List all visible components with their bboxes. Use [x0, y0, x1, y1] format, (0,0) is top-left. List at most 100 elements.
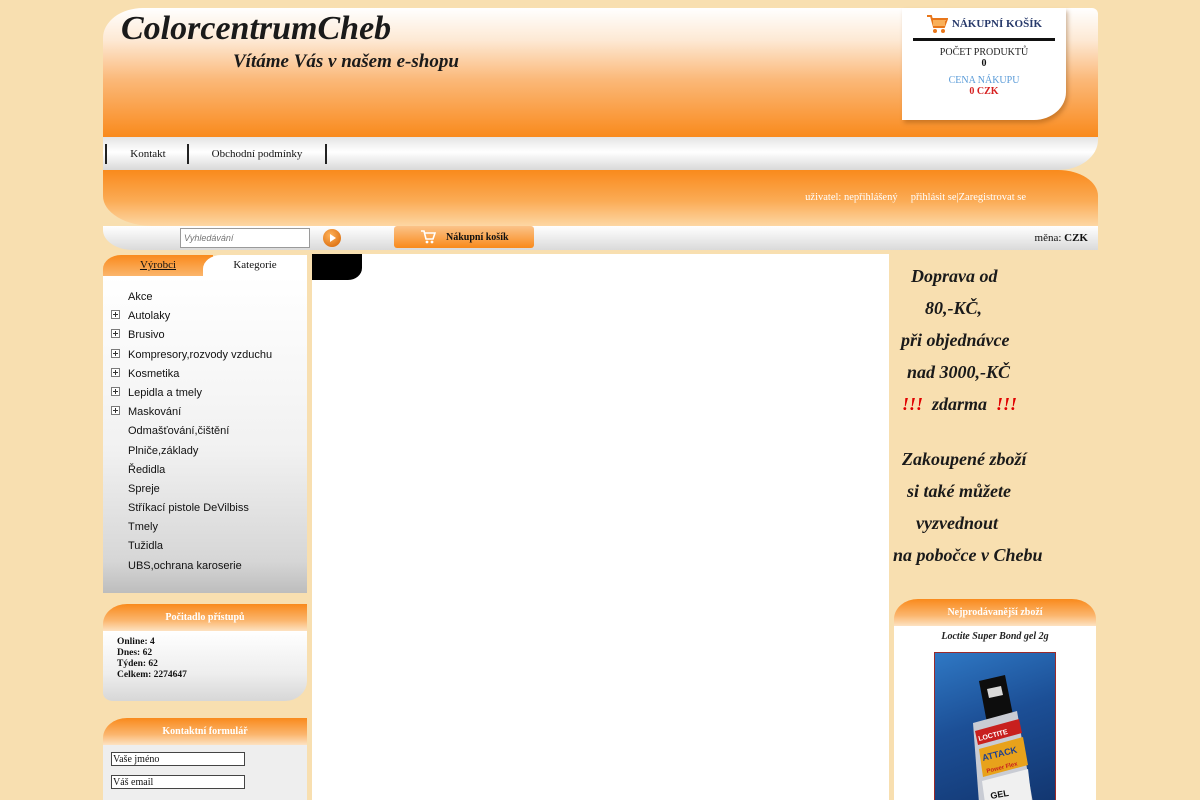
cart-icon [421, 230, 436, 244]
category-item[interactable]: Akce [103, 290, 307, 309]
search-input[interactable] [180, 228, 310, 248]
category-label: Tmely [128, 521, 158, 534]
promo-line: !!! zdarma !!! [902, 394, 1017, 415]
counter-total: Celkem: 2274647 [117, 670, 187, 680]
category-item[interactable]: Plniče,základy [103, 444, 307, 463]
category-item[interactable]: Maskování [103, 405, 307, 424]
currency-label: měna: [1034, 232, 1062, 244]
bestseller-product-name[interactable]: Loctite Super Bond gel 2g [894, 631, 1096, 642]
expand-plus-icon[interactable] [111, 310, 120, 320]
category-label: Lepidla a tmely [128, 386, 202, 399]
main-menu: Kontakt Obchodní podmínky [103, 137, 1098, 170]
bestseller-product-image[interactable]: LOCTITE ATTACK Power Flex GEL [934, 652, 1056, 800]
category-label: Spreje [128, 482, 160, 495]
category-item[interactable]: Kosmetika [103, 367, 307, 386]
expand-plus-icon[interactable] [111, 348, 120, 358]
category-label: Brusivo [128, 329, 165, 342]
cart-button[interactable]: Nákupní košík [394, 226, 534, 248]
category-item[interactable]: Brusivo [103, 328, 307, 347]
category-item[interactable]: Kompresory,rozvody vzduchu [103, 348, 307, 367]
contact-form [103, 745, 307, 800]
main-content [312, 254, 889, 800]
category-label: UBS,ochrana karoserie [128, 559, 242, 572]
contact-name-field[interactable] [111, 752, 245, 766]
cart-count-label: POČET PRODUKTŮ [939, 47, 1029, 58]
category-list-panel: Akce Autolaky Brusivo Kompresory,rozvody vz… [103, 276, 307, 593]
category-item[interactable]: Odmašťování,čištění [103, 424, 307, 443]
expand-plus-icon[interactable] [111, 367, 120, 377]
register-link[interactable]: Zaregistrovat se [959, 192, 1026, 203]
category-item[interactable]: Tmely [103, 520, 307, 539]
menu-separator [325, 144, 327, 164]
category-item[interactable]: Tužidla [103, 539, 307, 558]
cart-summary: NÁKUPNÍ KOŠÍK POČET PRODUKTŮ 0 CENA NÁKU… [902, 8, 1066, 120]
promo-exclaim: !!! [902, 394, 924, 414]
category-label: Kosmetika [128, 367, 180, 380]
shipping-promo: Doprava od 80,-KČ, při objednávce nad 30… [889, 254, 1098, 594]
menu-separator [187, 144, 189, 164]
category-label: Plniče,základy [128, 444, 199, 457]
cart-icon [926, 15, 948, 33]
category-item[interactable]: UBS,ochrana karoserie [103, 559, 307, 578]
category-label: Ředidla [128, 463, 166, 476]
category-item[interactable]: Ředidla [103, 463, 307, 482]
category-list: Akce Autolaky Brusivo Kompresory,rozvody vz… [103, 276, 307, 578]
category-label: Odmašťování,čištění [128, 425, 230, 438]
menu-item-kontakt[interactable]: Kontakt [109, 145, 187, 164]
user-status: uživatel: nepřihlášený [805, 192, 898, 203]
promo-free: zdarma [932, 394, 988, 414]
category-tabs: Výrobci Kategorie [103, 255, 307, 276]
counter-heading: Počitadlo přístupů [103, 604, 307, 631]
category-label: Tužidla [128, 540, 164, 553]
menu-separator [105, 144, 107, 164]
category-label: Autolaky [128, 310, 171, 323]
user-band: uživatel: nepřihlášený přihlásit se|Zare… [103, 170, 1098, 226]
cart-count-value: 0 [981, 58, 987, 69]
cart-price-label: CENA NÁKUPU [948, 75, 1020, 86]
category-item[interactable]: Stříkací pistole DeVilbiss [103, 501, 307, 520]
counter-week: Týden: 62 [117, 659, 158, 669]
cart-button-label: Nákupní košík [446, 231, 509, 243]
expand-plus-icon[interactable] [111, 386, 120, 396]
cart-price-value: 0 CZK [969, 86, 999, 97]
expand-plus-icon[interactable] [111, 329, 120, 339]
tab-categories[interactable]: Kategorie [203, 255, 307, 276]
cart-heading[interactable]: NÁKUPNÍ KOŠÍK [902, 10, 1066, 38]
contact-form-heading: Kontaktní formulář [103, 718, 307, 745]
site-title[interactable]: ColorcentrumCheb [121, 10, 391, 48]
currency-value: CZK [1064, 232, 1088, 244]
tab-makers[interactable]: Výrobci [103, 255, 213, 276]
category-label: Akce [128, 291, 153, 303]
currency-indicator[interactable]: měna: CZK [1035, 232, 1088, 244]
category-label: Kompresory,rozvody vzduchu [128, 348, 273, 361]
cart-divider [913, 38, 1055, 41]
promo-line: Doprava od [911, 266, 998, 286]
bestsellers-heading: Nejprodávanější zboží [894, 599, 1096, 626]
menu-item-obchodni-podminky[interactable]: Obchodní podmínky [191, 145, 323, 164]
search-bar: Nákupní košík měna: CZK [103, 226, 1098, 250]
promo-exclaim: !!! [996, 394, 1018, 414]
promo-line: při objednávce [901, 330, 1010, 350]
bestsellers-panel: Loctite Super Bond gel 2g LOCTITE ATTACK… [894, 626, 1096, 800]
category-label: Stříkací pistole DeVilbiss [128, 502, 249, 515]
user-status-line: uživatel: nepřihlášený přihlásit se|Zare… [805, 192, 1026, 203]
content-tab [312, 254, 362, 280]
promo-line: Zakoupené zboží [902, 449, 1027, 469]
promo-line: si také můžete [907, 481, 1011, 501]
category-item[interactable]: Spreje [103, 482, 307, 501]
counter-online: Online: 4 [117, 637, 155, 647]
category-label: Maskování [128, 406, 182, 419]
glue-tube-picture: LOCTITE ATTACK Power Flex GEL [973, 675, 1033, 800]
promo-line: na pobočce v Chebu [893, 545, 1043, 565]
login-link[interactable]: přihlásit se [911, 192, 957, 203]
expand-plus-icon[interactable] [111, 406, 120, 416]
cart-heading-label: NÁKUPNÍ KOŠÍK [951, 18, 1043, 30]
product-type-text: GEL [990, 788, 1010, 800]
search-submit-icon[interactable] [323, 229, 341, 247]
contact-email-field[interactable] [111, 775, 245, 789]
site-subtitle: Vítáme Vás v našem e-shopu [233, 51, 459, 72]
promo-line: nad 3000,-KČ [907, 362, 1011, 382]
category-item[interactable]: Autolaky [103, 309, 307, 328]
category-item[interactable]: Lepidla a tmely [103, 386, 307, 405]
visit-counter: Online: 4 Dnes: 62 Týden: 62 Celkem: 227… [103, 631, 307, 701]
